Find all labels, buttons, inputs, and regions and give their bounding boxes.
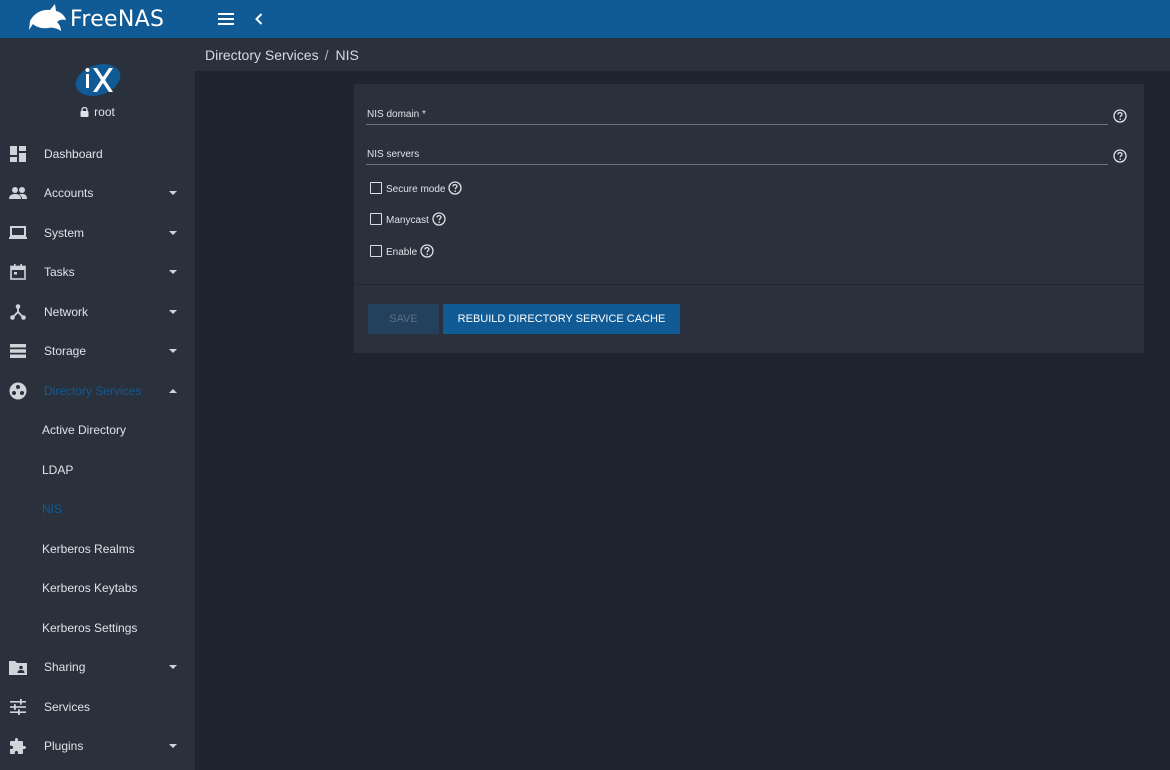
breadcrumb-parent[interactable]: Directory Services xyxy=(205,47,319,63)
caret-down-icon xyxy=(169,191,177,196)
sidebar-item-label: Accounts xyxy=(44,186,94,201)
manycast-label: Manycast xyxy=(386,215,429,226)
chevron-left-icon xyxy=(255,13,263,25)
directory-icon xyxy=(9,382,27,400)
sidebar-subitem-active-directory[interactable]: Active Directory xyxy=(0,411,195,451)
nis-domain-field[interactable]: NIS domain * xyxy=(366,97,1108,125)
secure-mode-checkbox[interactable] xyxy=(370,182,382,194)
enable-label: Enable xyxy=(386,247,418,258)
sidebar-item-label: Dashboard xyxy=(44,146,103,161)
secure-mode-checkbox-row[interactable]: Secure mode xyxy=(370,181,463,195)
user-info: root xyxy=(80,105,115,119)
sidebar-item-accounts[interactable]: Accounts xyxy=(0,174,195,214)
sidebar-item-services[interactable]: Services xyxy=(0,687,195,727)
hamburger-menu-icon xyxy=(218,13,234,25)
help-circle-icon[interactable] xyxy=(1113,109,1127,123)
nis-servers-field[interactable]: NIS servers xyxy=(366,137,1108,165)
sidebar-item-dashboard[interactable]: Dashboard xyxy=(0,134,195,174)
tune-icon xyxy=(10,698,26,715)
sidebar-item-storage[interactable]: Storage xyxy=(0,332,195,372)
main-content: NIS domain * NIS servers Secure mode Man… xyxy=(195,71,1170,770)
lock-icon xyxy=(80,107,89,117)
freenas-shark-logo xyxy=(29,4,66,31)
sidebar-item-label: Services xyxy=(44,699,91,714)
top-bar: FreeNAS xyxy=(0,0,1170,38)
ix-systems-logo xyxy=(75,64,120,96)
sidebar-subitem-kerberos-settings[interactable]: Kerberos Settings xyxy=(0,608,195,648)
folder-shared-icon xyxy=(9,660,27,675)
help-circle-icon[interactable] xyxy=(432,212,446,226)
brand-name: FreeNAS xyxy=(70,6,165,32)
storage-icon xyxy=(10,344,26,359)
dashboard-icon xyxy=(10,145,26,162)
secure-mode-label: Secure mode xyxy=(386,184,446,195)
sidebar: root Dashboard Accounts System Tasks Net… xyxy=(0,38,195,770)
caret-down-icon xyxy=(169,665,177,670)
manycast-checkbox[interactable] xyxy=(370,213,382,225)
sidebar-subitem-kerberos-keytabs[interactable]: Kerberos Keytabs xyxy=(0,569,195,609)
sidebar-item-tasks[interactable]: Tasks xyxy=(0,253,195,293)
sidebar-item-label: Storage xyxy=(44,344,87,359)
nis-servers-label: NIS servers xyxy=(367,149,420,160)
nis-domain-label: NIS domain * xyxy=(367,109,426,120)
sidebar-subitem-nis[interactable]: NIS xyxy=(0,490,195,530)
breadcrumb: Directory Services / NIS xyxy=(195,38,1170,71)
sidebar-item-sharing[interactable]: Sharing xyxy=(0,648,195,688)
user-profile: root xyxy=(0,38,195,134)
collapse-sidebar-button[interactable] xyxy=(244,4,274,34)
sidebar-subitem-ldap[interactable]: LDAP xyxy=(0,450,195,490)
caret-down-icon xyxy=(169,270,177,275)
breadcrumb-separator: / xyxy=(324,46,329,63)
help-circle-icon[interactable] xyxy=(1113,149,1127,163)
enable-checkbox-row[interactable]: Enable xyxy=(370,244,434,258)
sidebar-item-network[interactable]: Network xyxy=(0,292,195,332)
sidebar-subitem-kerberos-realms[interactable]: Kerberos Realms xyxy=(0,529,195,569)
caret-up-icon xyxy=(169,388,177,393)
sidebar-item-system[interactable]: System xyxy=(0,213,195,253)
caret-down-icon xyxy=(169,349,177,354)
sidebar-item-directory-services[interactable]: Directory Services xyxy=(0,371,195,411)
breadcrumb-current: NIS xyxy=(335,46,359,63)
nis-form-card: NIS domain * NIS servers Secure mode Man… xyxy=(354,84,1144,353)
save-button[interactable]: SAVE xyxy=(368,304,439,334)
sidebar-item-label: Network xyxy=(44,304,89,319)
sidebar-item-label: Sharing xyxy=(44,660,86,675)
sidebar-item-label: System xyxy=(44,225,85,240)
help-circle-icon[interactable] xyxy=(448,181,463,195)
laptop-icon xyxy=(9,225,27,239)
calendar-icon xyxy=(10,264,26,281)
caret-down-icon xyxy=(169,230,177,235)
username: root xyxy=(94,105,115,119)
help-circle-icon[interactable] xyxy=(420,244,434,258)
sidebar-item-label: Directory Services xyxy=(44,383,142,398)
manycast-checkbox-row[interactable]: Manycast xyxy=(370,212,446,226)
caret-down-icon xyxy=(169,309,177,314)
caret-down-icon xyxy=(169,744,177,749)
people-icon xyxy=(9,187,27,200)
network-icon xyxy=(10,303,26,320)
sidebar-item-plugins[interactable]: Plugins xyxy=(0,727,195,767)
rebuild-directory-cache-button[interactable]: REBUILD DIRECTORY SERVICE CACHE xyxy=(443,304,680,334)
sidebar-item-label: Plugins xyxy=(44,739,84,754)
enable-checkbox[interactable] xyxy=(370,245,382,257)
sidebar-item-label: Tasks xyxy=(44,265,75,280)
brand[interactable]: FreeNAS xyxy=(0,0,195,38)
form-divider xyxy=(354,284,1144,285)
menu-toggle-button[interactable] xyxy=(211,4,241,34)
extension-icon xyxy=(9,737,26,754)
